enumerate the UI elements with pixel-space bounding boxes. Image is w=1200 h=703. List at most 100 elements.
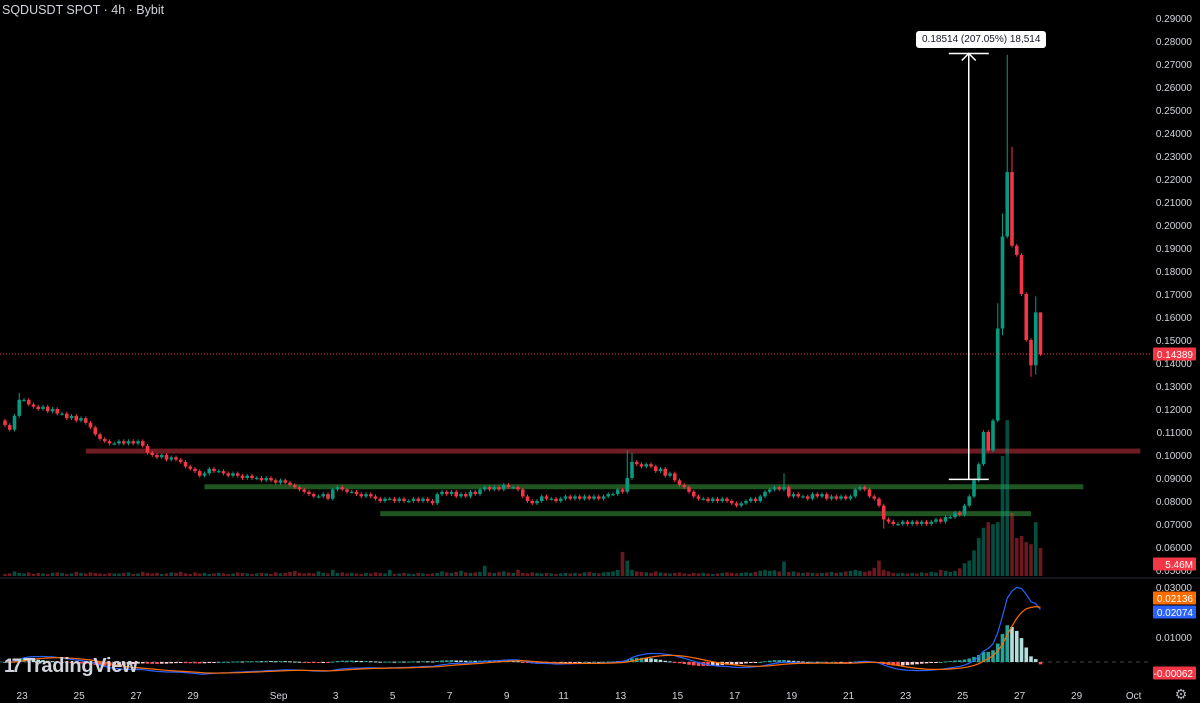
macd-histogram-bar (677, 662, 682, 664)
volume-bar (430, 573, 435, 576)
volume-bar (919, 572, 924, 576)
volume-bar (55, 572, 60, 576)
volume-bar (7, 573, 12, 576)
volume-bar (235, 572, 240, 576)
volume-bar (501, 571, 506, 576)
macd-histogram-bar (359, 661, 364, 663)
macd-histogram-bar (663, 660, 668, 662)
macd-histogram-bar (311, 662, 316, 663)
candle-body (839, 496, 843, 499)
price-axis-label: 0.20000 (1156, 221, 1193, 232)
candle-body (145, 445, 150, 453)
candle-body (791, 494, 796, 497)
candle-body (986, 432, 991, 451)
volume-bar (459, 570, 463, 576)
volume-bar (121, 572, 126, 576)
symbol-title[interactable]: SQDUSDT SPOT · 4h · Bybit (2, 3, 164, 17)
macd-histogram-bar (900, 662, 905, 666)
macd-histogram-bar (753, 662, 758, 663)
candle-body (12, 415, 17, 430)
volume-bar (449, 572, 454, 576)
candle-body (672, 473, 677, 481)
volume-bar (953, 570, 957, 576)
candle-body (259, 478, 264, 481)
macd-histogram-bar (207, 662, 212, 663)
time-axis-label: 23 (17, 691, 29, 702)
time-axis-label: 13 (615, 691, 627, 702)
volume-bar (22, 573, 26, 576)
volume-bar (231, 573, 235, 576)
gear-icon[interactable]: ⚙ (1173, 686, 1189, 702)
volume-bar (976, 538, 981, 576)
volume-bar (202, 572, 207, 576)
macd-histogram-bar (435, 660, 440, 662)
candle-body (630, 461, 634, 478)
candle-body (392, 498, 397, 501)
volume-bar (824, 572, 829, 576)
macd-histogram-bar (1033, 659, 1038, 662)
volume-bar (677, 572, 682, 576)
candle-body (330, 489, 335, 499)
candle-body (573, 496, 577, 499)
volume-bar (596, 573, 601, 576)
macd-histogram-bar (668, 661, 672, 663)
macd-histogram-bar (354, 660, 359, 662)
candle-body (948, 517, 953, 519)
tradingview-logo[interactable]: 17 TradingView (4, 655, 138, 678)
candle-body (682, 484, 687, 488)
volume-bar (649, 572, 653, 576)
candle-body (991, 420, 995, 451)
candle-body (953, 512, 957, 518)
candle-body (216, 471, 221, 473)
volume-bar (150, 573, 155, 576)
candle-body (886, 519, 891, 522)
candle-body (226, 473, 231, 476)
candle-body (387, 498, 392, 500)
candle-body (972, 480, 976, 497)
candle-body (853, 489, 858, 497)
macd-histogram-bar (307, 662, 311, 663)
volume-bar (767, 570, 772, 576)
candle-body (843, 496, 848, 499)
candle-body (359, 494, 364, 497)
candle-body (905, 521, 910, 524)
candle-body (943, 517, 948, 522)
candle-body (1019, 254, 1024, 294)
price-axis-label: 0.09000 (1156, 474, 1193, 485)
macd-histogram-bar (1014, 630, 1019, 662)
volume-bar (530, 572, 535, 576)
macd-histogram-bar (758, 661, 763, 663)
macd-histogram-bar (273, 661, 278, 663)
volume-bar (406, 573, 411, 576)
candle-body (406, 501, 411, 503)
time-axis-label: 25 (74, 691, 86, 702)
candle-body (582, 496, 587, 499)
volume-bar (962, 563, 967, 576)
volume-bar (563, 572, 568, 576)
volume-bar (117, 573, 121, 576)
candle-body (131, 441, 136, 444)
macd-histogram-bar (292, 661, 297, 663)
candle-body (83, 418, 88, 423)
time-axis-label: 5 (390, 691, 396, 702)
candle-body (520, 489, 525, 497)
volume-bar (297, 572, 302, 576)
volume-bar (326, 573, 330, 576)
candle-body (620, 489, 625, 492)
candle-body (625, 478, 630, 492)
candle-body (3, 420, 7, 426)
price-chart[interactable]: 0.29000 0.28000 0.27000 0.26000 0.25000 0.240… (0, 0, 1200, 703)
macd-histogram-bar (1010, 627, 1014, 662)
macd-histogram-bar (734, 662, 739, 665)
candle-body (364, 494, 368, 497)
candle-body (178, 459, 183, 462)
volume-bar (226, 573, 231, 576)
macd-histogram-bar (468, 660, 473, 662)
candle-body (117, 441, 121, 444)
candle-body (995, 328, 1000, 421)
candle-body (976, 464, 981, 481)
volume-bar (468, 572, 473, 576)
macd-histogram-bar (672, 662, 677, 663)
macd-histogram-bar (1005, 625, 1010, 662)
volume-bar (929, 571, 934, 576)
